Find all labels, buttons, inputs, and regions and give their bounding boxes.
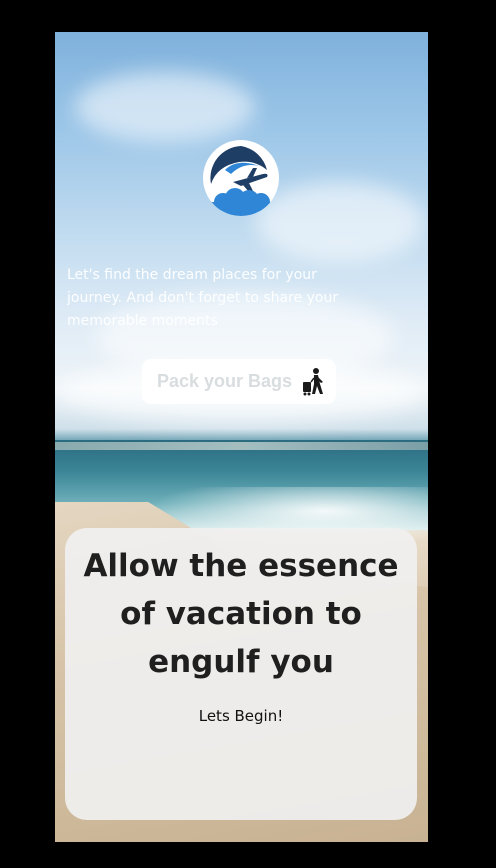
tagline-text: Let's find the dream places for your jou… xyxy=(67,267,339,329)
lets-begin-button[interactable]: Lets Begin! xyxy=(185,703,297,729)
traveler-with-luggage-icon xyxy=(299,367,327,397)
airplane-logo-icon xyxy=(203,140,279,216)
cloud xyxy=(75,72,255,142)
card-title: Allow the essence of vacation to engulf … xyxy=(83,548,399,680)
shoreline xyxy=(55,442,428,450)
welcome-card: Allow the essence of vacation to engulf … xyxy=(65,528,417,820)
app-screen: Let's find the dream places for your jou… xyxy=(55,32,428,842)
pack-your-bags-button[interactable]: Pack your Bags xyxy=(142,359,336,404)
pack-button-label: Pack your Bags xyxy=(157,371,293,391)
cloud xyxy=(255,182,425,262)
